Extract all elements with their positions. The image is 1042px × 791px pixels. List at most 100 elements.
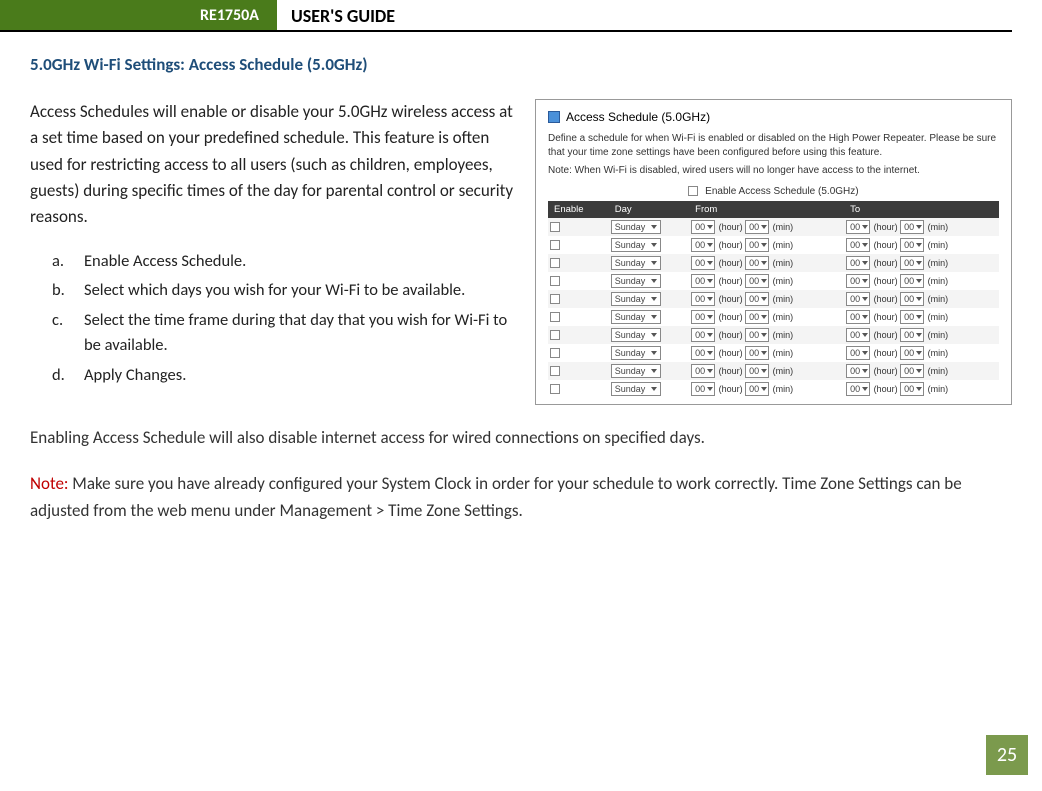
min-label: (min) (925, 366, 948, 376)
day-select[interactable]: Sunday (611, 256, 661, 270)
time-select[interactable]: 00 (900, 364, 924, 378)
chevron-down-icon (916, 243, 922, 247)
day-select[interactable]: Sunday (611, 220, 661, 234)
time-select[interactable]: 00 (900, 220, 924, 234)
step-item: d.Apply Changes. (52, 363, 515, 389)
time-select[interactable]: 00 (900, 238, 924, 252)
min-label: (min) (925, 294, 948, 304)
row-enable-checkbox[interactable] (550, 294, 560, 304)
min-label: (min) (770, 222, 793, 232)
day-select[interactable]: Sunday (611, 328, 661, 342)
table-row: Sunday00 (hour) 00 (min)00 (hour) 00 (mi… (548, 218, 999, 236)
time-select[interactable]: 00 (846, 382, 870, 396)
time-select[interactable]: 00 (846, 292, 870, 306)
time-select[interactable]: 00 (846, 274, 870, 288)
time-select[interactable]: 00 (745, 256, 769, 270)
time-select[interactable]: 00 (846, 364, 870, 378)
time-select[interactable]: 00 (691, 274, 715, 288)
row-enable-checkbox[interactable] (550, 330, 560, 340)
chevron-down-icon (862, 297, 868, 301)
page-number: 25 (986, 735, 1028, 775)
hour-label: (hour) (871, 366, 900, 376)
day-select[interactable]: Sunday (611, 364, 661, 378)
row-enable-checkbox[interactable] (550, 348, 560, 358)
time-select[interactable]: 00 (745, 346, 769, 360)
col-to: To (844, 201, 999, 218)
time-select[interactable]: 00 (900, 274, 924, 288)
chevron-down-icon (761, 387, 767, 391)
time-select[interactable]: 00 (691, 364, 715, 378)
time-select[interactable]: 00 (691, 220, 715, 234)
time-select[interactable]: 00 (846, 328, 870, 342)
time-select[interactable]: 00 (900, 256, 924, 270)
day-select[interactable]: Sunday (611, 346, 661, 360)
time-select[interactable]: 00 (691, 328, 715, 342)
chevron-down-icon (761, 243, 767, 247)
time-select[interactable]: 00 (691, 382, 715, 396)
time-select[interactable]: 00 (745, 274, 769, 288)
time-select[interactable]: 00 (691, 346, 715, 360)
chevron-down-icon (916, 387, 922, 391)
time-select[interactable]: 00 (745, 364, 769, 378)
time-select[interactable]: 00 (846, 256, 870, 270)
day-select[interactable]: Sunday (611, 292, 661, 306)
hour-label: (hour) (716, 330, 745, 340)
row-enable-checkbox[interactable] (550, 366, 560, 376)
chevron-down-icon (761, 225, 767, 229)
min-label: (min) (925, 384, 948, 394)
day-select[interactable]: Sunday (611, 238, 661, 252)
row-enable-checkbox[interactable] (550, 222, 560, 232)
hour-label: (hour) (716, 294, 745, 304)
hour-label: (hour) (871, 384, 900, 394)
panel-note: Note: When Wi-Fi is disabled, wired user… (548, 165, 999, 176)
chevron-down-icon (916, 351, 922, 355)
row-enable-checkbox[interactable] (550, 312, 560, 322)
after-paragraph-2: Make sure you have already configured yo… (30, 473, 962, 520)
time-select[interactable]: 00 (745, 310, 769, 324)
hour-label: (hour) (716, 276, 745, 286)
hour-label: (hour) (716, 348, 745, 358)
time-select[interactable]: 00 (691, 256, 715, 270)
enable-master-label: Enable Access Schedule (5.0GHz) (705, 186, 858, 197)
time-select[interactable]: 00 (691, 310, 715, 324)
step-letter: d. (52, 363, 80, 389)
min-label: (min) (770, 240, 793, 250)
time-select[interactable]: 00 (846, 310, 870, 324)
enable-master-checkbox[interactable] (688, 186, 698, 196)
section-title: 5.0GHz Wi-Fi Settings: Access Schedule (… (30, 54, 1012, 75)
row-enable-checkbox[interactable] (550, 258, 560, 268)
time-select[interactable]: 00 (846, 220, 870, 234)
row-enable-checkbox[interactable] (550, 240, 560, 250)
hour-label: (hour) (871, 222, 900, 232)
time-select[interactable]: 00 (900, 292, 924, 306)
chevron-down-icon (707, 315, 713, 319)
day-select[interactable]: Sunday (611, 310, 661, 324)
time-select[interactable]: 00 (900, 310, 924, 324)
time-select[interactable]: 00 (745, 238, 769, 252)
time-select[interactable]: 00 (691, 292, 715, 306)
time-select[interactable]: 00 (745, 328, 769, 342)
row-enable-checkbox[interactable] (550, 384, 560, 394)
hour-label: (hour) (871, 294, 900, 304)
panel-icon (548, 111, 560, 123)
time-select[interactable]: 00 (846, 346, 870, 360)
hour-label: (hour) (871, 312, 900, 322)
table-row: Sunday00 (hour) 00 (min)00 (hour) 00 (mi… (548, 326, 999, 344)
day-select[interactable]: Sunday (611, 274, 661, 288)
chevron-down-icon (916, 333, 922, 337)
chevron-down-icon (761, 297, 767, 301)
time-select[interactable]: 00 (900, 346, 924, 360)
step-item: c.Select the time frame during that day … (52, 308, 515, 359)
chevron-down-icon (761, 333, 767, 337)
time-select[interactable]: 00 (846, 238, 870, 252)
day-select[interactable]: Sunday (611, 382, 661, 396)
time-select[interactable]: 00 (900, 328, 924, 342)
time-select[interactable]: 00 (745, 220, 769, 234)
chevron-down-icon (862, 333, 868, 337)
panel-description: Define a schedule for when Wi-Fi is enab… (548, 132, 999, 159)
time-select[interactable]: 00 (691, 238, 715, 252)
time-select[interactable]: 00 (745, 382, 769, 396)
time-select[interactable]: 00 (745, 292, 769, 306)
time-select[interactable]: 00 (900, 382, 924, 396)
row-enable-checkbox[interactable] (550, 276, 560, 286)
